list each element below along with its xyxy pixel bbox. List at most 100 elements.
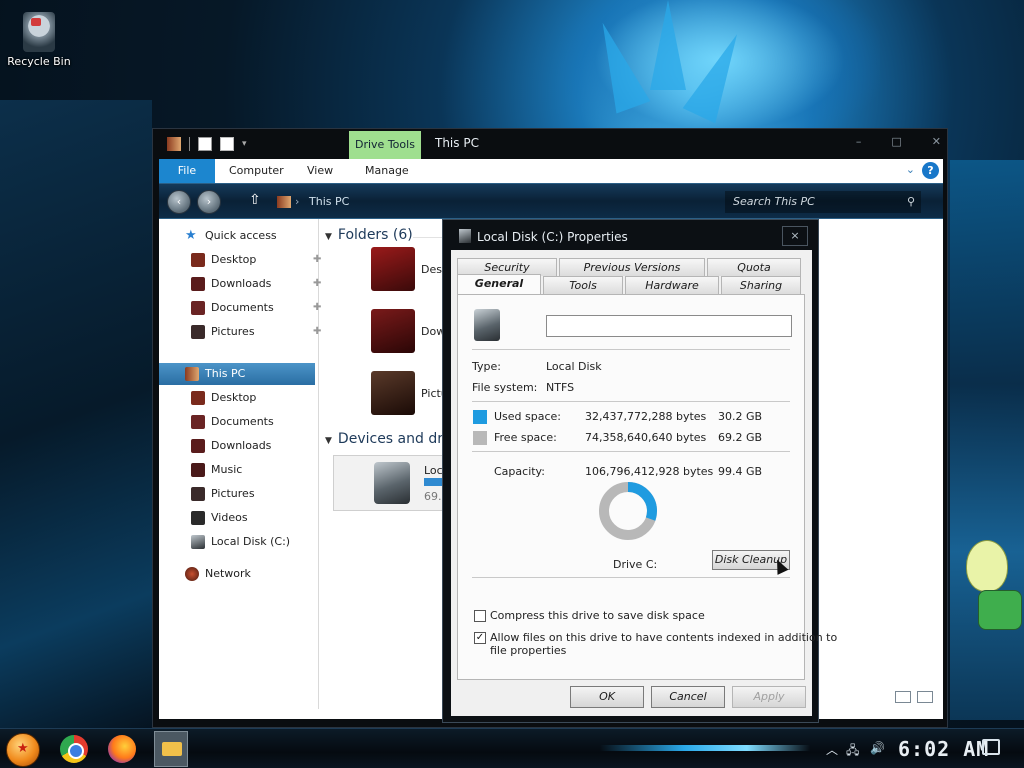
file-system-label: File system:: [472, 381, 538, 394]
divider: [472, 577, 790, 578]
tab-sharing[interactable]: Sharing: [721, 276, 801, 294]
new-folder-icon[interactable]: [220, 137, 234, 151]
taskbar-clock[interactable]: 6:02 AM: [898, 737, 989, 761]
used-space-bytes: 32,437,772,288 bytes: [585, 410, 707, 423]
breadcrumb-arrow-icon: ›: [295, 195, 300, 208]
hard-drive-icon: [459, 229, 471, 243]
hard-drive-icon: [374, 462, 410, 504]
apply-button[interactable]: Apply: [732, 686, 806, 708]
network-tray-icon[interactable]: 🖧: [846, 741, 859, 762]
tab-manage[interactable]: Manage: [365, 159, 409, 183]
folders-group-header[interactable]: ▼ Folders (6): [325, 227, 413, 243]
properties-dialog: Local Disk (C:) Properties × Security Pr…: [442, 219, 837, 723]
general-tab-panel: Type: Local Disk File system: NTFS Used …: [457, 294, 837, 680]
search-icon: ⚲: [906, 195, 915, 208]
downloads-folder-icon: [191, 277, 205, 291]
tab-hardware[interactable]: Hardware: [625, 276, 719, 294]
tab-tools[interactable]: Tools: [543, 276, 623, 294]
file-explorer-icon[interactable]: [154, 731, 188, 767]
capacity-label: Capacity:: [494, 465, 545, 478]
hard-drive-icon: [474, 309, 500, 341]
tab-file[interactable]: File: [159, 159, 215, 183]
used-space-label: Used space:: [494, 410, 562, 423]
network-icon: [185, 567, 199, 581]
nav-label: Documents: [211, 415, 274, 428]
free-space-gb: 69.2 GB: [718, 431, 763, 444]
address-bar: ‹ › ⇧ › This PC Search This PC ⚲: [159, 183, 943, 219]
capacity-gb: 99.4 GB: [718, 465, 763, 478]
capacity-bytes: 106,796,412,928 bytes: [585, 465, 714, 478]
firefox-icon[interactable]: [108, 735, 136, 763]
used-space-gb: 30.2 GB: [718, 410, 763, 423]
nav-label: Videos: [211, 511, 248, 524]
maximize-icon[interactable]: □: [891, 135, 901, 148]
customize-chevron-icon[interactable]: ▾: [242, 139, 247, 149]
index-checkbox[interactable]: ✓: [474, 632, 486, 644]
pictures-folder-icon: [191, 487, 205, 501]
window-controls: – □ ✕: [856, 135, 941, 148]
desktop-folder-icon[interactable]: [371, 247, 415, 291]
nav-label: This PC: [205, 367, 246, 380]
up-arrow-icon[interactable]: ⇧: [249, 192, 261, 208]
divider: [472, 349, 790, 350]
pictures-folder-icon[interactable]: [371, 371, 415, 415]
tab-previous-versions[interactable]: Previous Versions: [559, 258, 705, 276]
drive-free-text: 69.: [424, 490, 442, 503]
taskbar-decoration: [600, 745, 810, 751]
cancel-button[interactable]: Cancel: [651, 686, 725, 708]
chrome-icon[interactable]: [60, 735, 88, 763]
free-space-bytes: 74,358,640,640 bytes: [585, 431, 707, 444]
window-title: This PC: [435, 136, 479, 150]
drive-tools-context-tab[interactable]: Drive Tools: [349, 131, 421, 159]
view-toggle: [895, 691, 933, 703]
nav-label: Documents: [211, 301, 274, 314]
tab-quota[interactable]: Quota: [707, 258, 801, 276]
volume-icon[interactable]: 🔊: [870, 741, 885, 755]
start-button[interactable]: [6, 733, 40, 767]
tab-general[interactable]: General: [457, 274, 541, 294]
taskbar: ︿ 🖧 🔊 6:02 AM: [0, 728, 1024, 768]
this-pc-icon: [277, 196, 291, 208]
group-header-label: Folders (6): [337, 227, 413, 243]
star-icon: ★: [185, 228, 197, 243]
large-icons-view-icon[interactable]: [917, 691, 933, 703]
navigation-pane: ★ Quick access Desktop ✚ Downloads ✚ Doc…: [159, 219, 321, 709]
search-input[interactable]: Search This PC ⚲: [725, 191, 921, 213]
videos-folder-icon: [191, 511, 205, 525]
compress-checkbox[interactable]: [474, 610, 486, 622]
forward-button[interactable]: ›: [197, 190, 221, 214]
index-label-line1: Allow files on this drive to have conten…: [490, 631, 838, 644]
this-pc-icon: [185, 367, 199, 381]
volume-label-input[interactable]: [546, 315, 792, 337]
tab-computer[interactable]: Computer: [229, 159, 284, 183]
help-icon[interactable]: ?: [922, 162, 939, 179]
address-path-text: This PC: [309, 195, 350, 208]
ok-button[interactable]: OK: [570, 686, 644, 708]
divider: [472, 401, 790, 402]
nav-label: Pictures: [211, 487, 255, 500]
music-folder-icon: [191, 463, 205, 477]
tab-view[interactable]: View: [307, 159, 333, 183]
details-view-icon[interactable]: [895, 691, 911, 703]
downloads-folder-icon[interactable]: [371, 309, 415, 353]
drive-label: Drive C:: [613, 558, 658, 571]
nav-label: Downloads: [211, 277, 272, 290]
dialog-close-button[interactable]: ×: [782, 226, 808, 246]
downloads-folder-icon: [191, 439, 205, 453]
divider: [472, 451, 790, 452]
close-icon[interactable]: ✕: [932, 135, 941, 148]
index-label-line2: file properties: [490, 644, 567, 657]
desktop-icon-recycle-bin[interactable]: Recycle Bin: [6, 8, 72, 68]
back-button[interactable]: ‹: [167, 190, 191, 214]
minimize-icon[interactable]: –: [856, 135, 862, 148]
expand-ribbon-chevron-icon[interactable]: ⌄: [906, 163, 915, 176]
show-hidden-icons-chevron-icon[interactable]: ︿: [826, 741, 838, 758]
action-center-icon[interactable]: [982, 739, 1000, 755]
address-path[interactable]: › This PC: [273, 192, 713, 212]
free-space-swatch: [473, 431, 487, 445]
collapse-triangle-icon: ▼: [325, 232, 332, 242]
nav-label: Downloads: [211, 439, 272, 452]
nav-label: Local Disk (C:): [211, 535, 291, 548]
properties-icon[interactable]: [198, 137, 212, 151]
pictures-folder-icon: [191, 325, 205, 339]
